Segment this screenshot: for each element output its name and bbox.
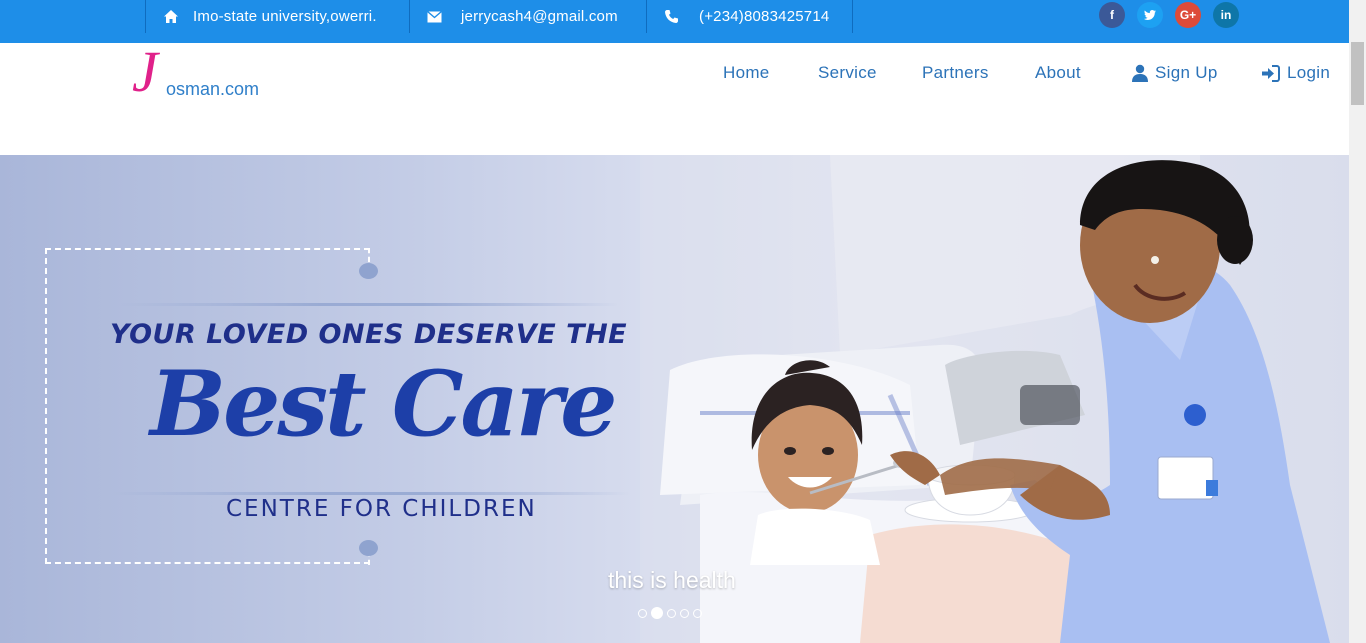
topbar-divider [409, 0, 410, 33]
twitter-icon[interactable] [1137, 2, 1163, 28]
nav-login[interactable]: Login [1261, 63, 1330, 83]
email-item[interactable]: jerrycash4@gmail.com [427, 0, 618, 33]
user-icon [1132, 64, 1148, 82]
hero-title: Best Care [150, 351, 618, 457]
hero-carousel[interactable]: YOUR LOVED ONES DESERVE THE Best Care CE… [0, 155, 1349, 643]
linkedin-icon[interactable]: in [1213, 2, 1239, 28]
page-scrollbar[interactable] [1349, 0, 1366, 643]
scrollbar-thumb[interactable] [1351, 42, 1364, 105]
contact-topbar: Imo-state university,owerri. jerrycash4@… [0, 0, 1349, 43]
nav-about[interactable]: About [1035, 63, 1081, 83]
hero-image-nurse-feeding-child [640, 155, 1349, 643]
hero-divider [120, 303, 620, 306]
hero-headline: YOUR LOVED ONES DESERVE THE [110, 319, 628, 350]
topbar-divider [852, 0, 853, 33]
carousel-indicator-3[interactable] [667, 608, 676, 618]
carousel-indicator-5[interactable] [693, 608, 702, 618]
phone-link[interactable]: (+234)8083425714 [699, 8, 829, 25]
carousel-indicator-4[interactable] [680, 608, 689, 618]
phone-icon [665, 10, 678, 23]
email-link[interactable]: jerrycash4@gmail.com [461, 8, 618, 25]
nav-home[interactable]: Home [723, 63, 770, 83]
login-icon [1262, 64, 1280, 82]
hero-frame-dot [359, 540, 378, 556]
facebook-icon[interactable]: f [1099, 2, 1125, 28]
home-icon [164, 10, 178, 23]
brand-name: osman.com [166, 79, 260, 99]
nav-partners[interactable]: Partners [922, 63, 989, 83]
hero-divider [110, 492, 630, 495]
carousel-indicator-2[interactable] [651, 607, 663, 619]
nav-service[interactable]: Service [818, 63, 877, 83]
nav-login-label: Login [1287, 63, 1331, 82]
address-item: Imo-state university,owerri. [163, 0, 377, 33]
carousel-indicator-1[interactable] [638, 608, 647, 618]
phone-item[interactable]: (+234)8083425714 [664, 0, 829, 33]
envelope-icon [427, 10, 442, 22]
hero-frame-corner [368, 248, 372, 262]
carousel-indicators [638, 607, 702, 619]
carousel-caption: this is health [608, 567, 736, 593]
brand-initial: J [132, 39, 158, 104]
nav-signup[interactable]: Sign Up [1131, 63, 1218, 83]
hero-subtitle: CENTRE FOR CHILDREN [226, 496, 537, 522]
topbar-divider [646, 0, 647, 33]
site-header: J osman.com Home Service Partners About … [0, 43, 1349, 155]
address-text: Imo-state university,owerri. [193, 8, 377, 25]
nav-signup-label: Sign Up [1155, 63, 1218, 82]
hero-frame-dot [359, 263, 378, 279]
google-plus-icon[interactable]: G+ [1175, 2, 1201, 28]
topbar-divider [145, 0, 146, 33]
